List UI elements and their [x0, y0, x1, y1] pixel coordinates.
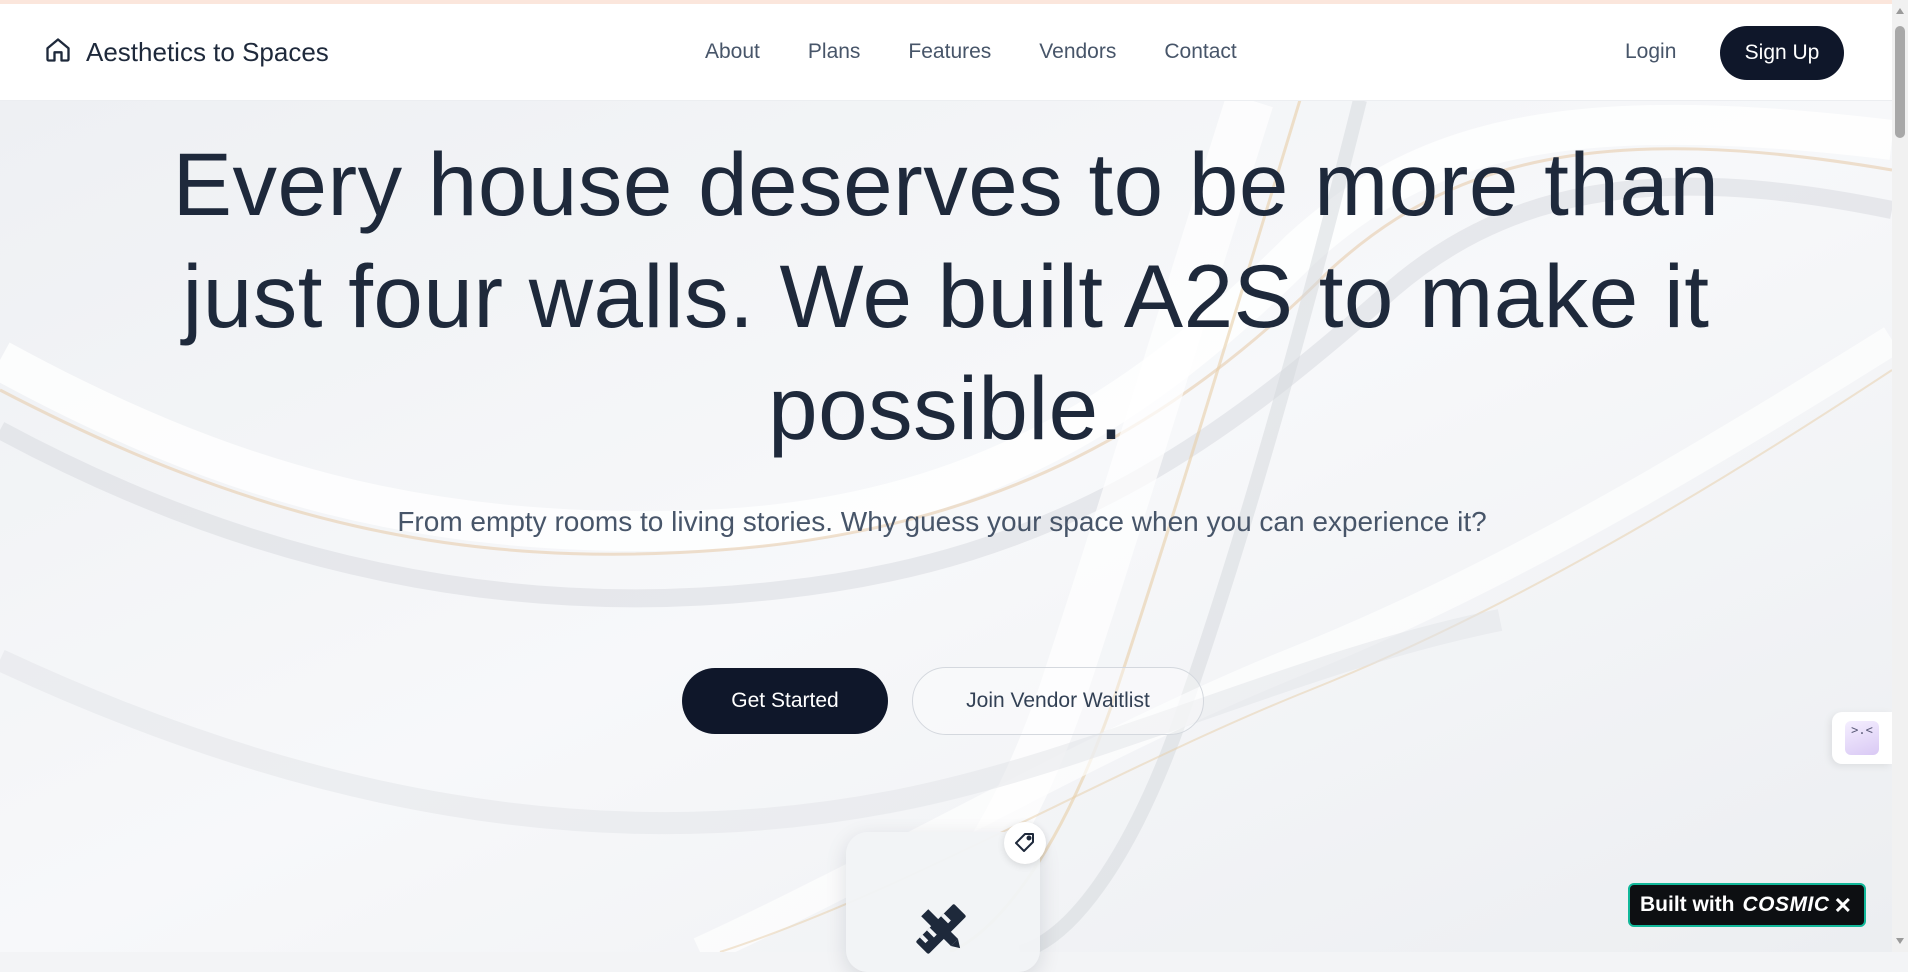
hero-title: Every house deserves to be more than jus… — [172, 134, 1720, 458]
signup-button[interactable]: Sign Up — [1720, 26, 1844, 80]
site-header: Aesthetics to Spaces About Plans Feature… — [0, 4, 1892, 101]
emoji-face-icon: >.< — [1845, 721, 1879, 755]
vertical-scrollbar[interactable] — [1892, 0, 1908, 952]
tag-icon[interactable] — [1004, 822, 1046, 864]
close-icon[interactable]: ✕ — [1834, 893, 1852, 919]
home-icon — [44, 36, 72, 69]
scroll-down-arrow-icon[interactable] — [1896, 938, 1904, 944]
nav-about[interactable]: About — [705, 40, 760, 64]
main-nav: About Plans Features Vendors Contact — [705, 4, 1237, 100]
scroll-thumb[interactable] — [1895, 26, 1905, 138]
join-vendor-waitlist-button[interactable]: Join Vendor Waitlist — [912, 667, 1204, 735]
brand-logo[interactable]: Aesthetics to Spaces — [44, 4, 329, 100]
nav-plans[interactable]: Plans — [808, 40, 861, 64]
get-started-button[interactable]: Get Started — [682, 668, 888, 734]
hero-subtitle: From empty rooms to living stories. Why … — [397, 506, 1487, 537]
nav-vendors[interactable]: Vendors — [1039, 40, 1116, 64]
login-link[interactable]: Login — [1625, 4, 1676, 100]
ruler-pencil-icon — [906, 894, 976, 969]
brand-name: Aesthetics to Spaces — [86, 36, 329, 67]
built-with-cosmic-badge[interactable]: Built with COSMIC ✕ — [1628, 883, 1866, 927]
nav-contact[interactable]: Contact — [1164, 40, 1236, 64]
side-widget-tab[interactable]: >.< — [1832, 712, 1892, 764]
cosmic-brand-word: COSMIC — [1742, 893, 1830, 916]
scroll-up-arrow-icon[interactable] — [1896, 8, 1904, 14]
cosmic-badge-prefix: Built with — [1640, 893, 1735, 916]
nav-features[interactable]: Features — [908, 40, 991, 64]
